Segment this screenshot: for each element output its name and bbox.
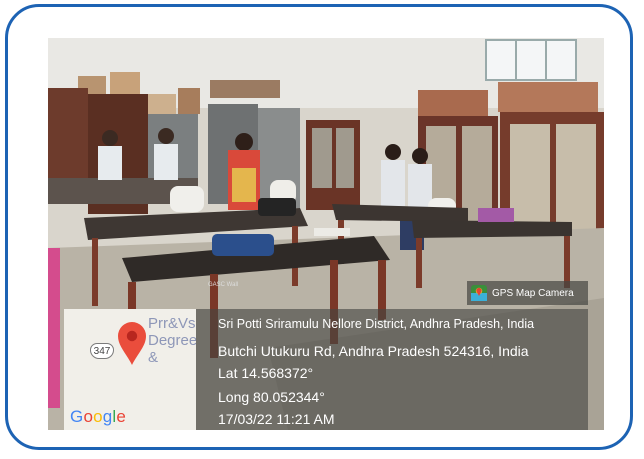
- bench-label: GASC Wall: [208, 282, 238, 288]
- gps-map-camera-badge: GPS Map Camera: [467, 281, 588, 305]
- location-pin-icon: [116, 321, 148, 372]
- map-thumbnail: Prr&Vs Degree & 347 Google: [64, 309, 196, 430]
- location-info-panel: Sri Potti Sriramulu Nellore District, An…: [196, 309, 588, 430]
- datetime: 17/03/22 11:21 AM: [218, 411, 335, 427]
- road-shield: 347: [90, 343, 114, 359]
- gps-map-camera-icon: [471, 285, 487, 301]
- google-logo: Google: [70, 407, 127, 426]
- address-line-1: Sri Potti Sriramulu Nellore District, An…: [218, 317, 535, 331]
- map-place-label: Prr&Vs Degree &: [148, 315, 196, 366]
- badge-label: GPS Map Camera: [492, 287, 574, 299]
- longitude: Long 80.052344°: [218, 389, 325, 405]
- latitude: Lat 14.568372°: [218, 365, 314, 381]
- address-line-2: Butchi Utukuru Rd, Andhra Pradesh 524316…: [218, 343, 529, 359]
